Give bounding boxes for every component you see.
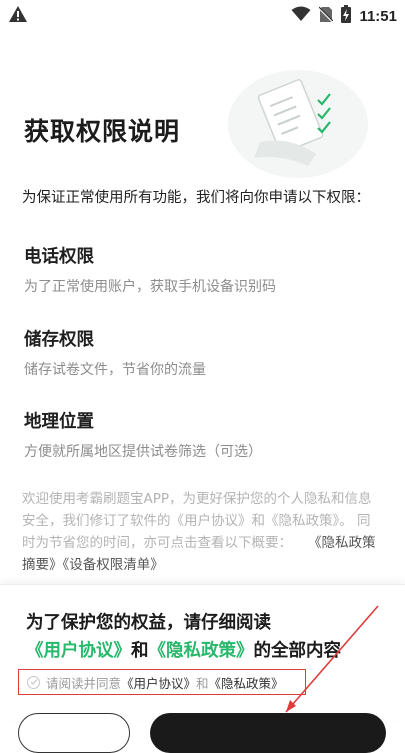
agree-checkbox[interactable]: [27, 675, 40, 689]
wifi-icon: [291, 6, 311, 26]
permission-title-location: 地理位置: [24, 412, 94, 432]
document-checklist-icon: [220, 62, 370, 180]
consent-tail: 的全部内容: [253, 641, 342, 661]
permission-desc-storage: 储存试卷文件，节省你的流量: [24, 362, 206, 378]
battery-charging-icon: [341, 5, 352, 27]
consent-subheading: 《用户协议》和《隐私政策》的全部内容: [26, 637, 341, 662]
check-icon: [30, 679, 37, 685]
intro-text: 为保证正常使用所有功能，我们将向你申请以下权限：: [22, 190, 370, 206]
page-title: 获取权限说明: [24, 117, 181, 146]
agree-text: 请阅读并同意《用户协议》和《隐私政策》: [46, 673, 284, 692]
agree-and: 和: [196, 675, 209, 691]
no-sim-icon: [318, 6, 335, 27]
consent-and: 和: [131, 641, 149, 661]
permission-title-phone: 电话权限: [24, 247, 94, 267]
alert-icon: [8, 5, 28, 27]
user-agreement-link[interactable]: 《用户协议》: [26, 641, 131, 661]
permission-title-storage: 储存权限: [24, 330, 94, 350]
device-permission-list-link[interactable]: 《设备权限清单》: [63, 557, 164, 573]
clock: 11:51: [359, 7, 397, 25]
agree-checkbox-row[interactable]: 请阅读并同意《用户协议》和《隐私政策》: [18, 669, 306, 695]
disagree-button[interactable]: [18, 713, 130, 753]
consent-sheet: 为了保护您的权益，请仔细阅读 《用户协议》和《隐私政策》的全部内容 请阅读并同意…: [0, 584, 405, 753]
privacy-notice: 欢迎使用考霸刷题宝APP，为更好保护您的个人隐私和信息安全，我们修订了软件的《用…: [22, 488, 382, 576]
agree-privacy-policy-link[interactable]: 《隐私政策》: [209, 676, 284, 691]
agree-button[interactable]: [150, 713, 386, 753]
privacy-policy-link[interactable]: 《隐私政策》: [149, 641, 254, 661]
agree-user-agreement-link[interactable]: 《用户协议》: [121, 676, 196, 691]
status-bar: 11:51: [0, 0, 405, 30]
agree-prefix: 请阅读并同意: [46, 675, 122, 691]
permission-desc-location: 方便就所属地区提供试卷筛选（可选）: [24, 444, 262, 460]
permission-desc-phone: 为了正常使用账户，获取手机设备识别码: [24, 279, 276, 295]
consent-heading: 为了保护您的权益，请仔细阅读: [26, 613, 271, 633]
